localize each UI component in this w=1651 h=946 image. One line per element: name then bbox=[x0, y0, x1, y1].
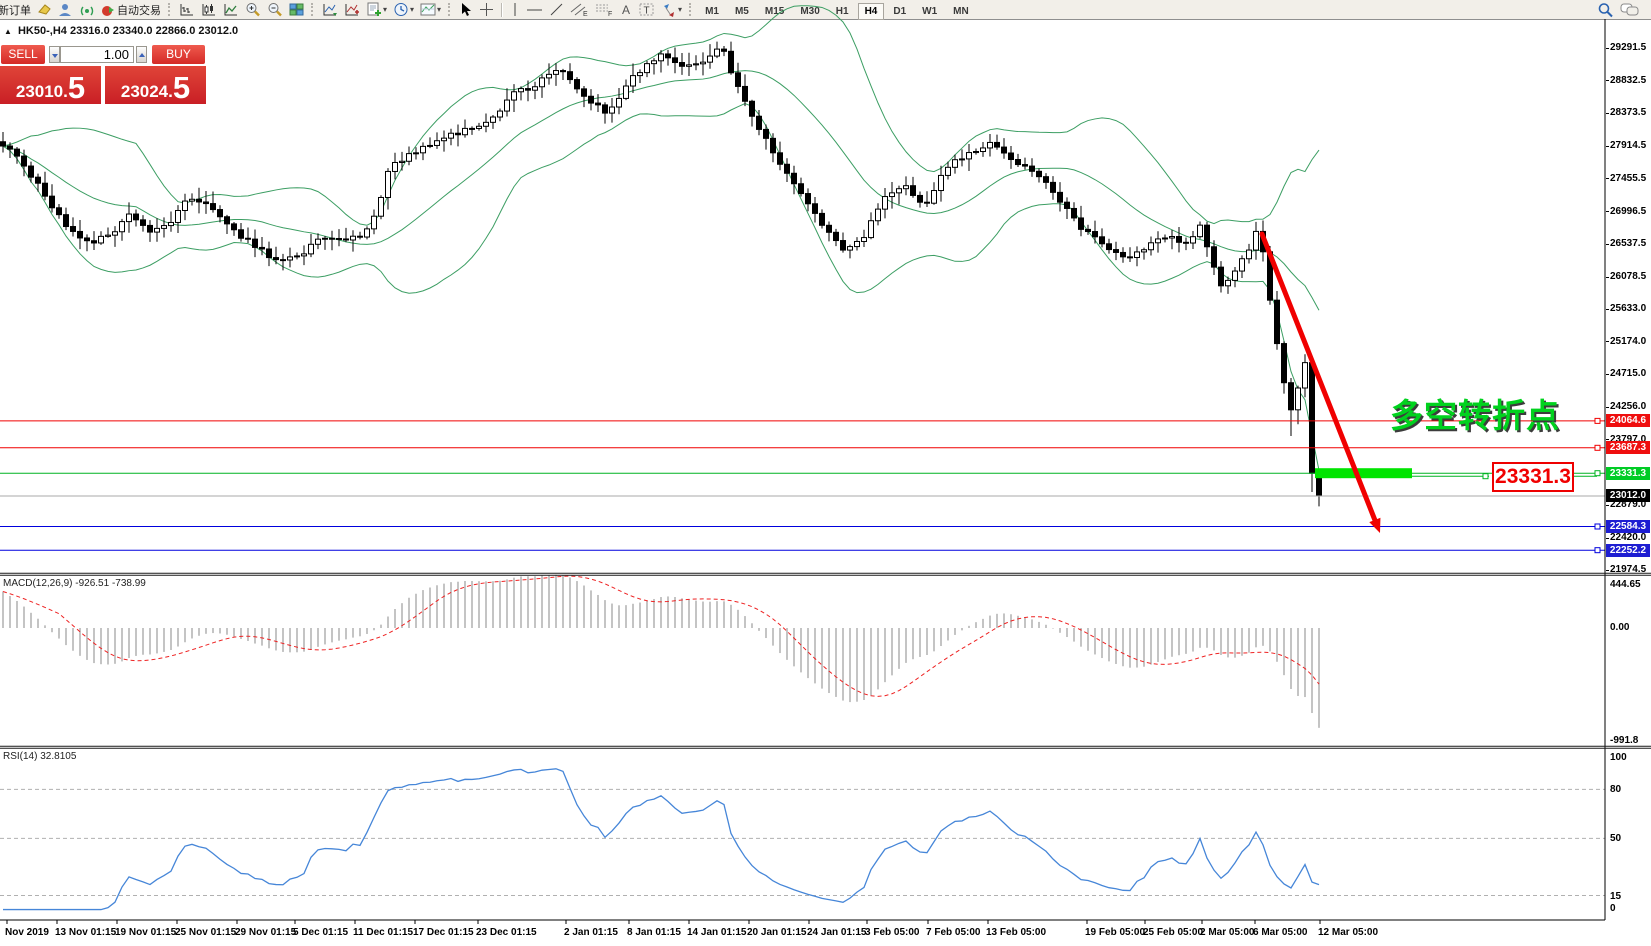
price-tick: 28832.5 bbox=[1610, 75, 1646, 86]
price-tick-mark bbox=[1606, 505, 1609, 506]
time-tick: 2 Mar 05:00 bbox=[1200, 927, 1254, 938]
rsi-label: RSI(14) 32.8105 bbox=[3, 751, 76, 762]
time-tick: 3 Feb 05:00 bbox=[865, 927, 919, 938]
price-tick-mark bbox=[1606, 407, 1609, 408]
trade-controls-row: SELL BUY bbox=[0, 45, 206, 64]
sell-button[interactable]: SELL bbox=[1, 45, 45, 64]
macd-axis-label: 444.65 bbox=[1610, 579, 1641, 590]
rsi-axis-label: 0 bbox=[1610, 903, 1616, 914]
price-tick: 28373.5 bbox=[1610, 107, 1646, 118]
price-level-badge: 22584.3 bbox=[1606, 520, 1650, 533]
price-tick: 29291.5 bbox=[1610, 42, 1646, 53]
rsi-axis-label: 50 bbox=[1610, 833, 1621, 844]
buy-price-frac: 5 bbox=[173, 74, 190, 102]
time-tick: 19 Nov 01:15 bbox=[115, 927, 176, 938]
price-tick: 27455.5 bbox=[1610, 173, 1646, 184]
volume-decrease-button[interactable] bbox=[49, 46, 60, 63]
time-tick: 2 Jan 01:15 bbox=[564, 927, 618, 938]
time-tick: 5 Dec 01:15 bbox=[293, 927, 348, 938]
sell-price-main: 23010 bbox=[16, 82, 63, 102]
volume-increase-button[interactable] bbox=[136, 46, 147, 63]
macd-label: MACD(12,26,9) -926.51 -738.99 bbox=[3, 578, 146, 589]
price-tick: 25633.0 bbox=[1610, 303, 1646, 314]
sell-price-frac: 5 bbox=[68, 74, 85, 102]
time-tick: 23 Dec 01:15 bbox=[476, 927, 537, 938]
price-tick-mark bbox=[1606, 570, 1609, 571]
sell-price[interactable]: 23010 . 5 bbox=[0, 66, 101, 104]
price-label-box[interactable]: 23331.3 bbox=[1492, 462, 1574, 492]
time-tick: 7 Feb 05:00 bbox=[926, 927, 980, 938]
time-tick: 25 Feb 05:00 bbox=[1143, 927, 1203, 938]
price-tick: 24256.0 bbox=[1610, 401, 1646, 412]
time-tick: 20 Jan 01:15 bbox=[747, 927, 807, 938]
time-tick: 8 Jan 01:15 bbox=[627, 927, 681, 938]
price-tick-mark bbox=[1606, 113, 1609, 114]
rsi-axis-label: 80 bbox=[1610, 784, 1621, 795]
time-tick: 13 Feb 05:00 bbox=[986, 927, 1046, 938]
price-level-badge: 24064.6 bbox=[1606, 414, 1650, 427]
volume-input[interactable] bbox=[60, 46, 134, 63]
price-tick-mark bbox=[1606, 178, 1609, 179]
price-tick-mark bbox=[1606, 374, 1609, 375]
price-tick-mark bbox=[1606, 80, 1609, 81]
chart-symbol-period: HK50-,H4 bbox=[18, 25, 67, 37]
time-tick: 12 Mar 05:00 bbox=[1318, 927, 1378, 938]
time-tick: 17 Dec 01:15 bbox=[413, 927, 474, 938]
chart-canvas[interactable] bbox=[0, 0, 1651, 946]
time-tick: 29 Nov 01:15 bbox=[235, 927, 296, 938]
time-tick: 6 Mar 05:00 bbox=[1253, 927, 1307, 938]
rsi-axis-label: 15 bbox=[1610, 891, 1621, 902]
time-tick: 14 Jan 01:15 bbox=[687, 927, 747, 938]
buy-button[interactable]: BUY bbox=[152, 45, 205, 64]
price-axis[interactable]: 29291.5 28832.5 28373.5 27914.5 27455.5 26996… bbox=[1606, 19, 1651, 920]
time-tick: Nov 2019 bbox=[5, 927, 49, 938]
time-tick: 24 Jan 01:15 bbox=[807, 927, 867, 938]
turning-point-annotation[interactable]: 多空转折点 bbox=[1390, 389, 1560, 437]
price-tick-mark bbox=[1606, 244, 1609, 245]
chart-title: ▲ HK50-,H4 23316.0 23340.0 22866.0 23012… bbox=[4, 25, 238, 37]
mt4-window: 新订单 自动交易 bbox=[0, 0, 1651, 946]
price-tick-mark bbox=[1606, 538, 1609, 539]
price-tick: 26996.5 bbox=[1610, 206, 1646, 217]
price-tick-mark bbox=[1606, 48, 1609, 49]
time-tick: 11 Dec 01:15 bbox=[353, 927, 413, 938]
chart-ohlc: 23316.0 23340.0 22866.0 23012.0 bbox=[70, 25, 238, 37]
time-tick: 25 Nov 01:15 bbox=[175, 927, 236, 938]
price-tick-mark bbox=[1606, 146, 1609, 147]
price-tick-mark bbox=[1606, 277, 1609, 278]
price-tick-mark bbox=[1606, 211, 1609, 212]
price-tick-mark bbox=[1606, 309, 1609, 310]
price-tick: 27914.5 bbox=[1610, 140, 1646, 151]
price-level-badge: 22252.2 bbox=[1606, 544, 1650, 557]
macd-axis-label: 0.00 bbox=[1610, 622, 1629, 633]
buy-price-main: 23024 bbox=[121, 82, 168, 102]
price-tick: 22420.0 bbox=[1610, 532, 1646, 543]
price-tick: 24715.0 bbox=[1610, 368, 1646, 379]
one-click-trading-panel: SELL BUY 23010 . 5 23024 . 5 bbox=[0, 42, 206, 104]
buy-price[interactable]: 23024 . 5 bbox=[105, 66, 206, 104]
time-axis[interactable]: Nov 2019 13 Nov 01:1519 Nov 01:1525 Nov 0… bbox=[0, 921, 1651, 946]
macd-axis-label: -991.8 bbox=[1610, 735, 1638, 746]
time-tick: 19 Feb 05:00 bbox=[1085, 927, 1145, 938]
chart-symbol-icon: ▲ bbox=[4, 27, 12, 36]
price-level-badge: 23012.0 bbox=[1606, 489, 1650, 502]
price-level-badge: 23331.3 bbox=[1606, 467, 1650, 480]
price-level-badge: 23687.3 bbox=[1606, 441, 1650, 454]
time-tick: 13 Nov 01:15 bbox=[55, 927, 116, 938]
price-tick-mark bbox=[1606, 341, 1609, 342]
rsi-axis-label: 100 bbox=[1610, 752, 1627, 763]
price-tick: 26537.5 bbox=[1610, 238, 1646, 249]
price-tick: 25174.0 bbox=[1610, 336, 1646, 347]
price-tick: 26078.5 bbox=[1610, 271, 1646, 282]
price-tick: 21974.5 bbox=[1610, 564, 1646, 575]
